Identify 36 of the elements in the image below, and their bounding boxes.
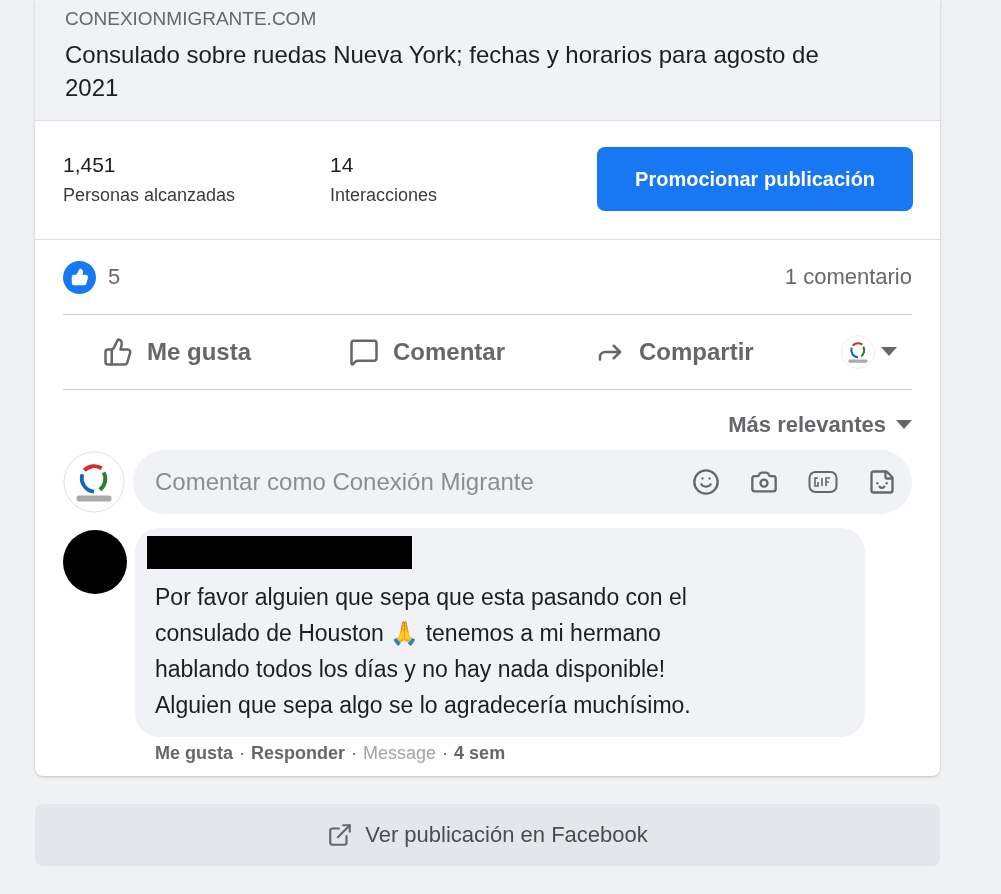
page-selector[interactable] — [841, 335, 897, 369]
stat-value: 14 — [330, 152, 355, 177]
comment-action-link[interactable]: Me gusta — [155, 743, 233, 764]
page-logo-icon — [841, 335, 875, 369]
like-reaction-icon — [63, 260, 96, 294]
external-link-icon — [327, 822, 354, 848]
comment-source: Message — [363, 743, 437, 764]
stat-label: Personas alcanzadas — [63, 184, 237, 206]
speech-bubble-icon — [349, 337, 379, 367]
comment-field[interactable]: Comentar como Conexión Migrante — [153, 467, 662, 497]
separator-dot: · — [442, 743, 449, 764]
comment-time[interactable]: 4 sem — [454, 743, 506, 764]
link-domain: CONEXIONMIGRANTE.COM — [65, 8, 318, 30]
comment-box[interactable]: Comentar como Conexión Migrante — [133, 450, 912, 514]
action-button[interactable]: Comentar — [349, 337, 595, 367]
comment-action-link[interactable]: Responder — [251, 743, 346, 764]
caret-icon — [881, 347, 897, 357]
comment-count[interactable]: 1 comentario — [784, 264, 912, 290]
separator-dot: · — [351, 743, 358, 764]
thumbs-up-icon — [103, 337, 133, 367]
gif-icon[interactable] — [808, 470, 838, 494]
separator-dot: · — [239, 743, 245, 764]
action-button[interactable]: Me gusta — [103, 337, 349, 367]
stat-value: 1,451 — [63, 152, 117, 177]
reaction-count[interactable]: 5 — [108, 264, 121, 290]
comment-text: Por favor alguien que sepa que esta pasando con el consulado de Houston 🙏 tenemos a mi hermano hablando todos los días y no hay nada disponible! Alguien que sepa algo se lo agradecería muchísimo. — [155, 583, 692, 720]
sticker-icon[interactable] — [868, 468, 896, 496]
action-button[interactable]: Compartir — [595, 337, 841, 367]
page-avatar — [63, 451, 125, 513]
emoji-icon[interactable] — [692, 468, 720, 496]
view-on-facebook-button[interactable]: Ver publicación en Facebook — [35, 804, 940, 866]
stat-label: Interacciones — [330, 184, 439, 206]
caret-icon — [896, 420, 912, 430]
promote-button[interactable]: Promocionar publicación — [597, 147, 913, 211]
link-title[interactable]: Consulado sobre ruedas Nueva York; fechas y horarios para agosto de 2021 — [65, 38, 845, 104]
sort-dropdown[interactable]: Más relevantes — [728, 412, 912, 438]
